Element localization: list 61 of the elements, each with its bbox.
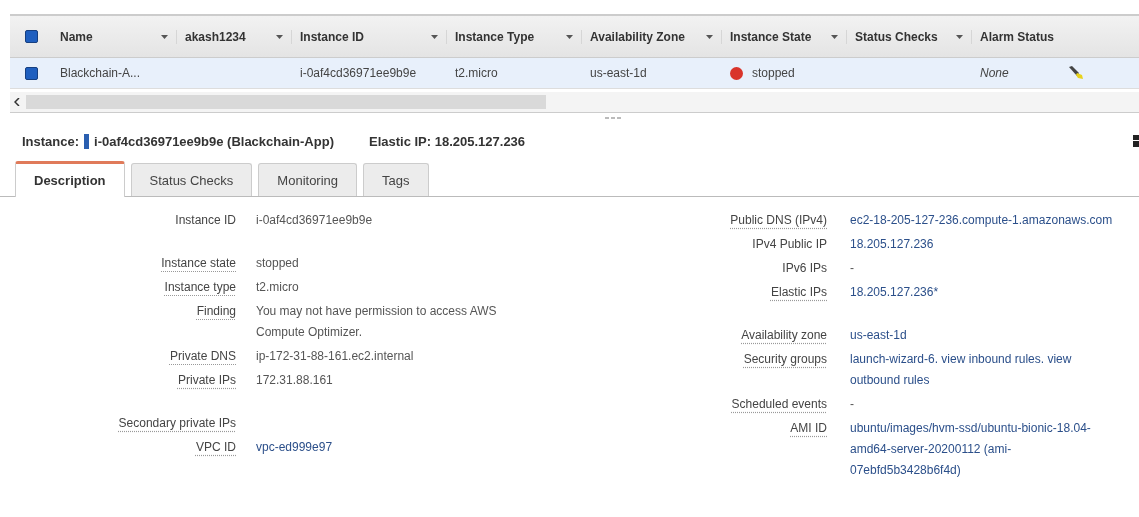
field-link[interactable]: 18.205.127.236 bbox=[850, 234, 1120, 255]
resize-handle-icon[interactable] bbox=[605, 117, 621, 121]
field-label[interactable]: AMI ID bbox=[570, 418, 827, 439]
instance-title: i-0af4cd36971ee9b9e (Blackchain-App) bbox=[94, 133, 334, 149]
tab[interactable]: Description bbox=[15, 161, 125, 197]
field-label[interactable]: Finding bbox=[0, 301, 236, 322]
table-cell: Blackchain-A... bbox=[60, 66, 141, 80]
field-label[interactable]: Public DNS (IPv4) bbox=[570, 210, 827, 231]
field-label: IPv6 IPs bbox=[781, 260, 827, 277]
field-value: - bbox=[850, 396, 855, 413]
field-value: stopped bbox=[256, 255, 300, 272]
field-label[interactable]: Instance type bbox=[0, 277, 236, 298]
panel-icon[interactable] bbox=[1133, 135, 1139, 147]
field-label[interactable]: Private IPs bbox=[0, 370, 236, 391]
table-cell: i-0af4cd36971ee9b9e bbox=[300, 66, 417, 80]
field-label: IPv4 Public IP bbox=[751, 236, 827, 253]
table-cell: us-east-1d bbox=[590, 66, 647, 80]
field-value: You may not have permission to access AWS Compute Optimizer. bbox=[256, 303, 498, 341]
horizontal-scrollbar[interactable] bbox=[10, 92, 1139, 113]
row-checkbox[interactable] bbox=[24, 66, 38, 80]
field-label[interactable]: Private DNS bbox=[0, 346, 236, 367]
field-value: t2.micro bbox=[256, 279, 300, 296]
column-header[interactable]: Status Checks bbox=[847, 29, 972, 44]
field-value: ip-172-31-88-161.ec2.internal bbox=[256, 348, 415, 365]
tab[interactable]: Tags bbox=[363, 163, 429, 196]
select-all-checkbox[interactable] bbox=[24, 30, 38, 43]
field-label[interactable]: Security groups bbox=[570, 349, 827, 370]
column-header[interactable]: akash1234 bbox=[177, 29, 292, 44]
field-label[interactable]: Availability zone bbox=[570, 325, 827, 346]
column-header[interactable]: Alarm Status bbox=[972, 29, 1092, 44]
column-header[interactable]: Instance State bbox=[722, 29, 847, 44]
field-label[interactable]: VPC ID bbox=[0, 437, 236, 458]
field-label[interactable]: Elastic IPs bbox=[570, 282, 827, 303]
column-header[interactable]: Instance Type bbox=[447, 29, 582, 44]
selection-marker-icon bbox=[84, 133, 90, 149]
table-cell: t2.micro bbox=[455, 66, 498, 80]
column-header[interactable]: Instance ID bbox=[292, 29, 447, 44]
column-header[interactable]: Availability Zone bbox=[582, 29, 722, 44]
table-cell: stopped bbox=[752, 66, 795, 80]
column-header[interactable]: Name bbox=[52, 29, 177, 44]
field-label: Instance ID bbox=[174, 212, 236, 229]
scroll-left-icon[interactable] bbox=[14, 98, 20, 106]
field-link[interactable]: ubuntu/images/hvm-ssd/ubuntu-bionic-18.04-amd64-server-20200112 (ami-07ebfd5b3428b6f4d) bbox=[850, 418, 1120, 481]
elastic-ip-text: Elastic IP: 18.205.127.236 bbox=[368, 133, 526, 149]
field-value: 172.31.88.161 bbox=[256, 372, 334, 389]
field-label[interactable]: Instance state bbox=[0, 253, 236, 274]
table-row[interactable]: Blackchain-A... i-0af4cd36971ee9b9e t2.micro us-east-1d stopped None bbox=[10, 58, 1139, 89]
field-link[interactable]: ec2-18-205-127-236.compute-1.amazonaws.com bbox=[850, 210, 1120, 231]
instance-label: Instance: bbox=[22, 133, 80, 149]
tab[interactable]: Monitoring bbox=[258, 163, 358, 196]
field-link[interactable]: vpc-ed999e97 bbox=[256, 437, 546, 458]
pencil-icon[interactable] bbox=[1068, 66, 1084, 80]
field-link[interactable]: launch-wizard-6. view inbound rules. view outbound rules bbox=[850, 349, 1120, 391]
tab[interactable]: Status Checks bbox=[130, 163, 253, 196]
field-label[interactable]: Secondary private IPs bbox=[0, 413, 236, 434]
field-link[interactable]: us-east-1d bbox=[850, 325, 1120, 346]
table-cell: None bbox=[980, 66, 1009, 80]
field-value: - bbox=[850, 260, 855, 277]
field-label[interactable]: Scheduled events bbox=[570, 394, 827, 415]
field-value: i-0af4cd36971ee9b9e bbox=[256, 212, 374, 229]
field-link[interactable]: 18.205.127.236* bbox=[850, 282, 1120, 303]
